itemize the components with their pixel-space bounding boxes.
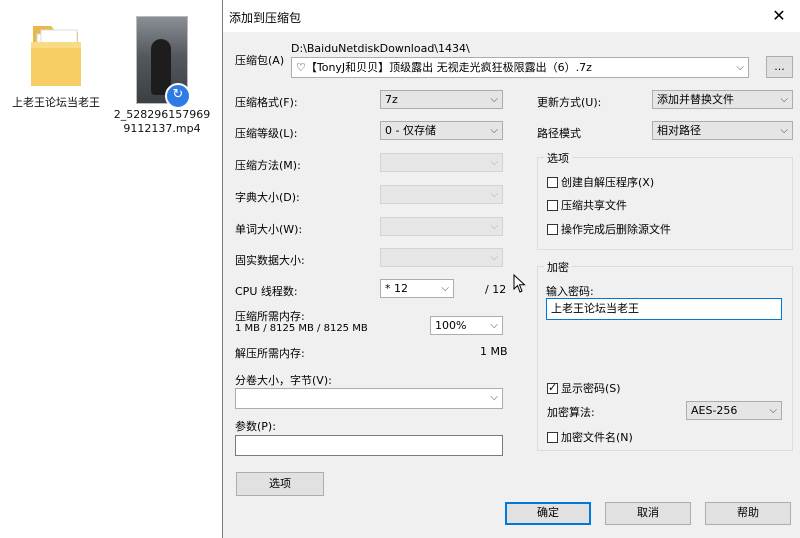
archive-name-value: ♡【TonyJ和贝贝】顶级露出 无视走光疯狂极限露出（6）.7z (296, 61, 592, 74)
mem-decompress-value: 1 MB (480, 345, 508, 358)
mem-percent-select[interactable]: 100% ⌵ (430, 316, 503, 335)
params-input[interactable] (235, 435, 503, 456)
options-button[interactable]: 选项 (236, 472, 324, 496)
title-bar[interactable]: 添加到压缩包 ✕ (223, 0, 800, 32)
video-player-badge-icon: ↻ (165, 83, 191, 109)
checkbox-icon (547, 177, 558, 188)
encryption-method-value: AES-256 (691, 404, 738, 417)
params-label: 参数(P): (235, 420, 276, 433)
word-select: ⌵ (380, 217, 503, 236)
chevron-down-icon: ⌵ (490, 125, 498, 136)
chevron-down-icon: ⌵ (490, 320, 498, 331)
checkbox-checked-icon (547, 381, 558, 394)
encryption-group-title: 加密 (544, 259, 572, 275)
mem-compress-detail: 1 MB / 8125 MB / 8125 MB (235, 323, 368, 334)
checkbox-icon (547, 224, 558, 235)
chevron-down-icon: ⌵ (490, 221, 498, 232)
checkbox-icon (547, 200, 558, 211)
cancel-button[interactable]: 取消 (605, 502, 691, 525)
level-label: 压缩等级(L): (235, 127, 298, 140)
volume-combo[interactable]: ⌵ (235, 388, 503, 409)
cpu-select[interactable]: * 12 ⌵ (380, 279, 454, 298)
video-file-label: 2_5282961579699112137.mp4 (113, 108, 211, 135)
level-value: 0 - 仅存储 (385, 124, 436, 137)
cpu-total: / 12 (485, 283, 507, 296)
dialog-title: 添加到压缩包 (229, 11, 302, 25)
chevron-down-icon: ⌵ (769, 405, 777, 416)
delete-source-label: 操作完成后删除源文件 (561, 223, 671, 236)
mem-compress-label: 压缩所需内存: (235, 310, 305, 323)
help-button[interactable]: 帮助 (705, 502, 791, 525)
video-thumbnail: ↻ (136, 16, 191, 109)
path-mode-select[interactable]: 相对路径 ⌵ (652, 121, 793, 140)
cpu-label: CPU 线程数: (235, 285, 298, 298)
chevron-down-icon: ⌵ (490, 94, 498, 105)
method-label: 压缩方法(M): (235, 159, 301, 172)
ok-button[interactable]: 确定 (505, 502, 591, 525)
sfx-label: 创建自解压程序(X) (561, 176, 655, 189)
format-select[interactable]: 7z ⌵ (380, 90, 503, 109)
chevron-down-icon: ⌵ (780, 94, 788, 105)
archive-label: 压缩包(A) (235, 54, 285, 67)
update-value: 添加并替换文件 (657, 93, 734, 106)
chevron-down-icon: ⌵ (441, 283, 449, 294)
password-label: 输入密码: (546, 285, 594, 298)
desktop-folder[interactable]: 上老王论坛当老王 (6, 16, 106, 110)
checkbox-icon (547, 432, 558, 443)
update-select[interactable]: 添加并替换文件 ⌵ (652, 90, 793, 109)
mem-percent-value: 100% (435, 319, 467, 332)
browse-button[interactable]: ... (766, 56, 793, 78)
encrypt-names-label: 加密文件名(N) (561, 431, 633, 444)
show-password-checkbox[interactable]: 显示密码(S) (547, 380, 621, 396)
format-label: 压缩格式(F): (235, 96, 298, 109)
add-to-archive-dialog: 添加到压缩包 ✕ 压缩包(A) D:\BaiduNetdiskDownload\… (222, 0, 800, 538)
mouse-cursor-icon (513, 274, 526, 293)
encryption-method-select[interactable]: AES-256 ⌵ (686, 401, 782, 420)
word-label: 单词大小(W): (235, 223, 303, 236)
chevron-down-icon: ⌵ (780, 125, 788, 136)
archive-name-combo[interactable]: ♡【TonyJ和贝贝】顶级露出 无视走光疯狂极限露出（6）.7z ⌵ (291, 57, 749, 78)
encryption-method-label: 加密算法: (547, 406, 595, 419)
chevron-down-icon: ⌵ (490, 392, 498, 403)
solid-label: 固实数据大小: (235, 254, 305, 267)
archive-path: D:\BaiduNetdiskDownload\1434\ (291, 42, 470, 55)
level-select[interactable]: 0 - 仅存储 ⌵ (380, 121, 503, 140)
folder-icon (27, 16, 85, 92)
solid-select: ⌵ (380, 248, 503, 267)
show-password-label: 显示密码(S) (561, 382, 621, 395)
sfx-checkbox[interactable]: 创建自解压程序(X) (547, 174, 654, 190)
mem-decompress-label: 解压所需内存: (235, 347, 305, 360)
password-input[interactable]: 上老王论坛当老王 (546, 298, 782, 320)
delete-source-checkbox[interactable]: 操作完成后删除源文件 (547, 221, 671, 237)
close-icon[interactable]: ✕ (757, 0, 800, 32)
chevron-down-icon: ⌵ (490, 157, 498, 168)
chevron-down-icon: ⌵ (490, 252, 498, 263)
update-label: 更新方式(U): (537, 96, 602, 109)
dict-select: ⌵ (380, 185, 503, 204)
shared-files-label: 压缩共享文件 (561, 199, 627, 212)
volume-label: 分卷大小，字节(V): (235, 374, 332, 387)
options-group-title: 选项 (544, 150, 572, 166)
path-mode-value: 相对路径 (657, 124, 701, 137)
desktop-video-file[interactable]: ↻ 2_5282961579699112137.mp4 (112, 16, 212, 136)
shared-files-checkbox[interactable]: 压缩共享文件 (547, 197, 627, 213)
encrypt-names-checkbox[interactable]: 加密文件名(N) (547, 429, 633, 445)
cpu-value: * 12 (385, 282, 408, 295)
path-mode-label: 路径模式 (537, 127, 581, 140)
method-select: ⌵ (380, 153, 503, 172)
folder-label: 上老王论坛当老王 (12, 96, 100, 109)
dict-label: 字典大小(D): (235, 191, 300, 204)
chevron-down-icon[interactable]: ⌵ (736, 58, 744, 77)
chevron-down-icon: ⌵ (490, 189, 498, 200)
desktop: 上老王论坛当老王 ↻ 2_5282961579699112137.mp4 (0, 0, 222, 538)
format-value: 7z (385, 93, 398, 106)
